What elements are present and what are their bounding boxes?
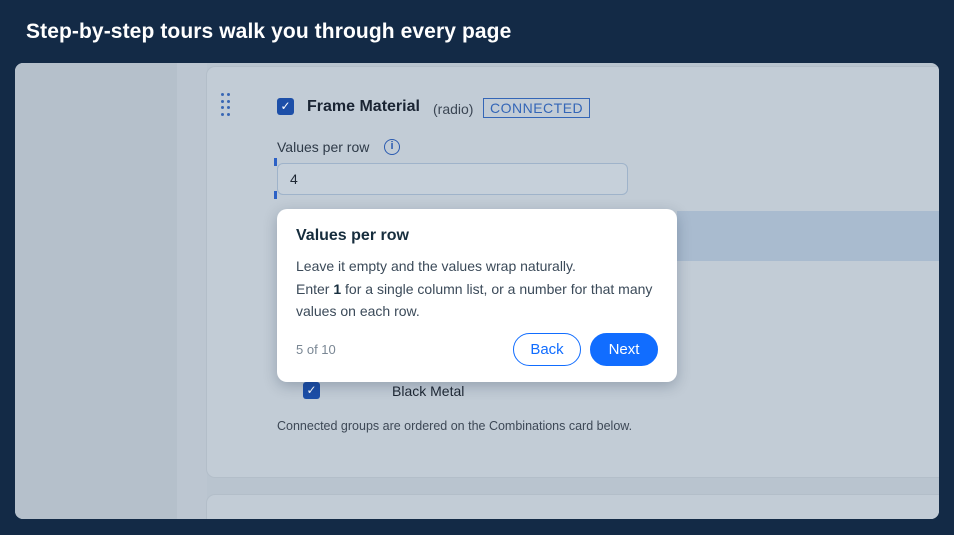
- connected-badge: CONNECTED: [483, 98, 591, 118]
- drag-handle-icon[interactable]: [221, 93, 231, 117]
- step-counter: 5 of 10: [296, 342, 336, 357]
- panel-divider: [177, 63, 207, 519]
- tooltip-line-2: Enter 1 for a single column list, or a n…: [296, 278, 657, 323]
- back-button[interactable]: Back: [513, 333, 581, 366]
- page-headline: Step-by-step tours walk you through ever…: [26, 20, 512, 43]
- tooltip-line-1: Leave it empty and the values wrap natur…: [296, 258, 576, 274]
- focus-marker-top: [274, 158, 277, 166]
- tooltip-line-2-pre: Enter: [296, 280, 334, 297]
- next-button[interactable]: Next: [590, 333, 658, 366]
- tooltip-body: Leave it empty and the values wrap natur…: [296, 255, 657, 323]
- next-card: [207, 495, 939, 519]
- left-panel: [15, 63, 177, 519]
- focus-marker-bottom: [274, 191, 277, 199]
- highlight-band: [677, 211, 939, 261]
- value-label: Black Metal: [392, 383, 465, 399]
- footnote: Connected groups are ordered on the Comb…: [277, 419, 633, 433]
- values-per-row-input[interactable]: 4: [277, 163, 628, 195]
- group-type: (radio): [433, 101, 474, 117]
- info-icon[interactable]: i: [384, 139, 400, 155]
- tooltip-title: Values per row: [296, 227, 409, 244]
- tour-tooltip: Values per row Leave it empty and the va…: [277, 209, 677, 382]
- value-checkbox[interactable]: ✓: [303, 382, 320, 399]
- group-checkbox[interactable]: ✓: [277, 98, 294, 115]
- values-per-row-label: Values per row: [277, 139, 370, 155]
- tooltip-line-2-bold: 1: [333, 280, 342, 297]
- tooltip-line-2-post: for a single column list, or a number fo…: [296, 280, 653, 320]
- tooltip-footer: 5 of 10 Back Next: [296, 333, 658, 366]
- group-title: Frame Material: [307, 98, 420, 115]
